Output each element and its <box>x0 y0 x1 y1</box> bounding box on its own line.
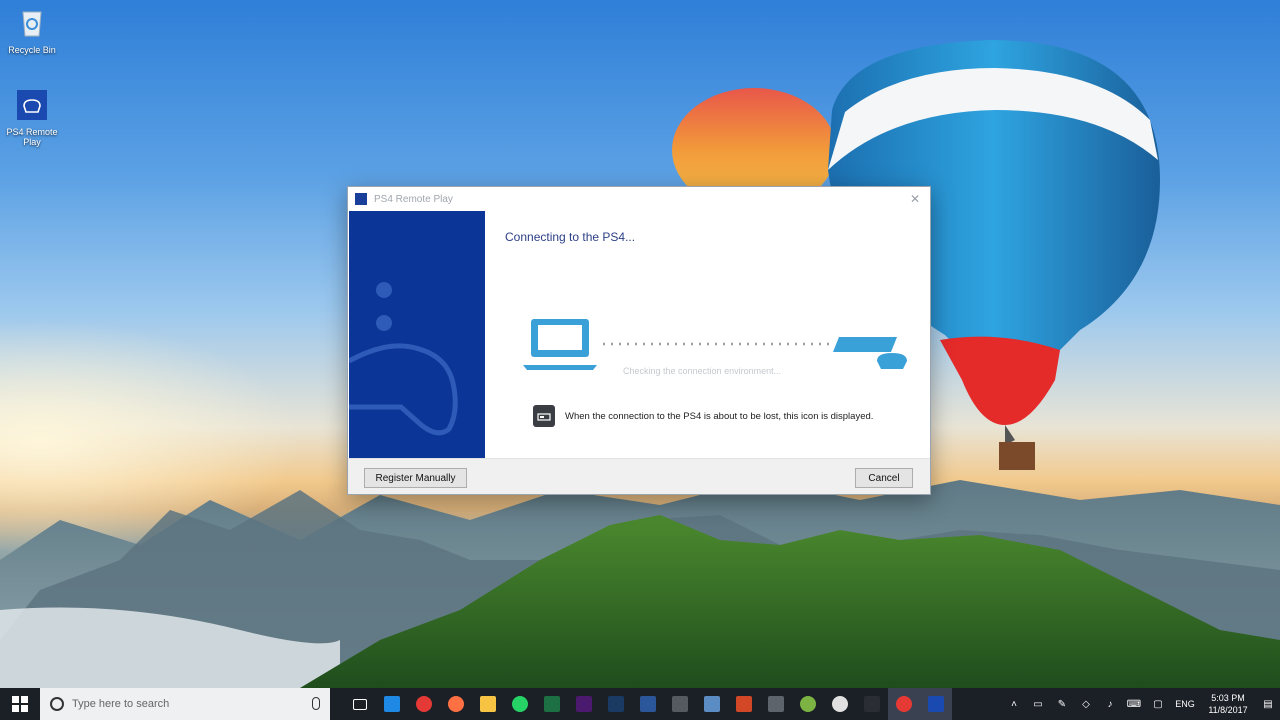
green-app-icon <box>800 696 816 712</box>
taskbar-app-photoshop[interactable] <box>600 688 632 720</box>
tray-chevron-up-icon[interactable]: ˄ <box>1002 688 1026 720</box>
powerpoint-icon <box>736 696 752 712</box>
taskbar-app-task-view[interactable] <box>344 688 376 720</box>
laptop-icon <box>523 319 597 370</box>
hint-text: When the connection to the PS4 is about … <box>565 410 874 422</box>
taskbar-app-terminal[interactable] <box>856 688 888 720</box>
calculator-icon <box>672 696 688 712</box>
search-placeholder: Type here to search <box>72 698 170 710</box>
connection-illustration <box>523 319 907 370</box>
recycle-bin-icon <box>22 11 42 37</box>
terminal-icon <box>864 696 880 712</box>
desktop-icon-label: PS4 Remote Play <box>6 127 58 147</box>
task-view-icon <box>353 698 367 710</box>
taskbar-app-chrome[interactable] <box>408 688 440 720</box>
desktop-icon-recycle-bin[interactable]: Recycle Bin <box>0 6 64 55</box>
close-icon[interactable]: ✕ <box>910 192 920 206</box>
taskbar-app-chart-app[interactable] <box>760 688 792 720</box>
clock-date: 11/8/2017 <box>1208 705 1248 715</box>
taskbar-app-green-app[interactable] <box>792 688 824 720</box>
taskbar: Type here to search ˄ ▭ ✎ ◇ ♪ ⌨ ▢ ENG 5:… <box>0 688 1280 720</box>
cancel-button[interactable]: Cancel <box>855 468 913 488</box>
connection-status: Checking the connection environment... <box>623 366 782 376</box>
chrome-active-icon <box>896 696 912 712</box>
start-button[interactable] <box>0 688 40 720</box>
file-explorer-icon <box>480 696 496 712</box>
ps4-console-icon <box>833 337 907 369</box>
chrome-icon <box>416 696 432 712</box>
desktop-icon-ps4-remote-play[interactable]: PS4 Remote Play <box>0 88 64 147</box>
taskbar-app-word[interactable] <box>632 688 664 720</box>
word-icon <box>640 696 656 712</box>
tray-display-icon[interactable]: ▢ <box>1146 688 1170 720</box>
tray-volume-icon[interactable]: ♪ <box>1098 688 1122 720</box>
photoshop-icon <box>608 696 624 712</box>
ps4-remote-play-icon <box>928 696 944 712</box>
register-manually-button[interactable]: Register Manually <box>364 468 467 488</box>
microphone-icon[interactable] <box>312 697 320 710</box>
premiere-icon <box>576 696 592 712</box>
taskbar-app-calculator[interactable] <box>664 688 696 720</box>
weak-connection-icon <box>533 405 555 427</box>
app-icon <box>355 193 367 205</box>
tray-language[interactable]: ENG <box>1170 699 1200 709</box>
side-panel <box>349 211 485 459</box>
taskbar-app-excel[interactable] <box>536 688 568 720</box>
dialog-heading: Connecting to the PS4... <box>505 230 636 244</box>
tray-network-icon[interactable]: ◇ <box>1074 688 1098 720</box>
taskbar-app-ps4-remote-play[interactable] <box>920 688 952 720</box>
taskbar-app-edge[interactable] <box>376 688 408 720</box>
tray-pen-icon[interactable]: ✎ <box>1050 688 1074 720</box>
excel-icon <box>544 696 560 712</box>
ps4-remote-play-dialog: PS4 Remote Play ✕ Connecting to the PS4.… <box>347 186 931 495</box>
store-icon <box>704 696 720 712</box>
taskbar-apps <box>344 688 952 720</box>
action-center-icon[interactable]: ▤ <box>1256 688 1280 720</box>
taskbar-search-box[interactable]: Type here to search <box>40 688 330 720</box>
dialog-title: PS4 Remote Play <box>374 193 453 205</box>
controller-watermark-icon <box>349 282 458 436</box>
chart-app-icon <box>768 696 784 712</box>
dialog-footer: Register Manually Cancel <box>348 458 930 494</box>
taskbar-app-file-explorer[interactable] <box>472 688 504 720</box>
windows-logo-icon <box>12 696 28 712</box>
dialog-titlebar: PS4 Remote Play ✕ <box>348 187 930 211</box>
taskbar-app-whatsapp[interactable] <box>504 688 536 720</box>
taskbar-app-firefox[interactable] <box>440 688 472 720</box>
whatsapp-icon <box>512 696 528 712</box>
taskbar-app-store[interactable] <box>696 688 728 720</box>
desktop-icon-label: Recycle Bin <box>8 45 56 55</box>
tray-battery-icon[interactable]: ▭ <box>1026 688 1050 720</box>
cortana-icon <box>50 697 64 711</box>
maps-icon <box>832 696 848 712</box>
dialog-content: Connecting to the PS4... Checking the co… <box>485 211 930 459</box>
ps4-remote-play-icon <box>17 90 47 120</box>
clock-time: 5:03 PM <box>1211 693 1245 703</box>
taskbar-app-premiere[interactable] <box>568 688 600 720</box>
tray-clock[interactable]: 5:03 PM 11/8/2017 <box>1200 692 1256 716</box>
taskbar-app-chrome-active[interactable] <box>888 688 920 720</box>
taskbar-app-maps[interactable] <box>824 688 856 720</box>
system-tray: ˄ ▭ ✎ ◇ ♪ ⌨ ▢ ENG 5:03 PM 11/8/2017 ▤ <box>1002 688 1280 720</box>
tray-keyboard-icon[interactable]: ⌨ <box>1122 688 1146 720</box>
connection-hint: When the connection to the PS4 is about … <box>533 405 873 427</box>
edge-icon <box>384 696 400 712</box>
firefox-icon <box>448 696 464 712</box>
taskbar-app-powerpoint[interactable] <box>728 688 760 720</box>
